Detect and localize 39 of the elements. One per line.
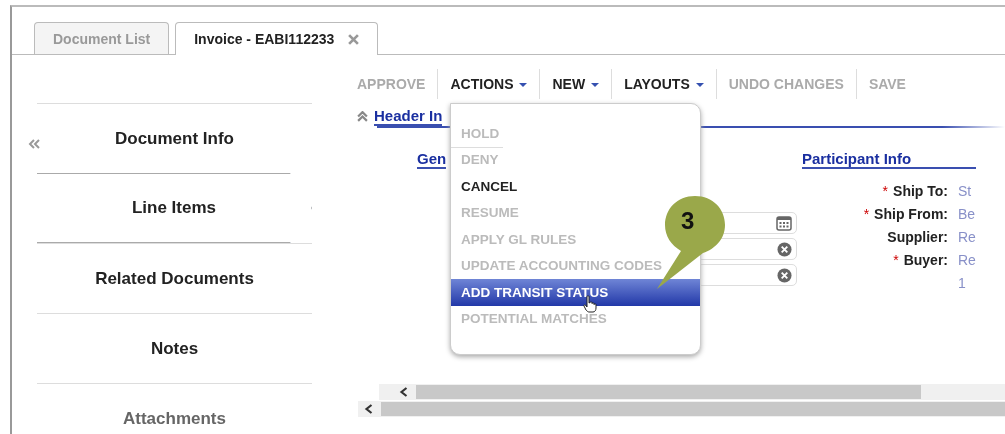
required-mark: *	[863, 206, 870, 222]
required-mark: *	[893, 252, 899, 268]
sidebar-item[interactable]: Notes	[37, 313, 312, 383]
section-heading: Gen	[417, 150, 447, 169]
caret-icon	[591, 82, 600, 87]
toolbar-button[interactable]: LAYOUTS	[611, 69, 716, 99]
menu-item[interactable]: ADD TRANSIT STATUS	[451, 279, 700, 306]
tab[interactable]: Document List	[34, 22, 170, 54]
caret-icon	[519, 82, 528, 87]
clear-icon[interactable]	[777, 267, 792, 283]
section-heading: Participant Info	[802, 150, 976, 169]
clear-icon[interactable]	[777, 241, 792, 257]
tab[interactable]: Invoice - EABI112233	[175, 22, 379, 55]
scrollbar[interactable]	[358, 401, 1005, 417]
field-label: Supplier:	[887, 229, 948, 245]
required-mark: *	[882, 183, 889, 199]
collapse-icon[interactable]	[357, 111, 368, 122]
field-label: Buyer:	[903, 252, 948, 268]
sidebar-item[interactable]: Line Items	[37, 173, 312, 243]
scrollbar[interactable]	[379, 384, 1005, 400]
close-icon[interactable]	[348, 33, 360, 45]
caret-icon	[695, 82, 704, 87]
field-label: Ship From:	[874, 206, 948, 222]
menu-item[interactable]: CANCEL	[451, 173, 522, 200]
toolbar-button[interactable]: NEW	[539, 69, 612, 99]
field-value[interactable]: 1	[958, 275, 966, 291]
field-value[interactable]: Re	[958, 252, 976, 268]
sidebar-item[interactable]: Related Documents	[37, 243, 312, 313]
scroll-left-icon[interactable]	[399, 387, 408, 397]
collapse-icon[interactable]	[28, 139, 40, 149]
scroll-left-icon[interactable]	[364, 404, 373, 414]
field-label: Ship To:	[893, 183, 948, 199]
calendar-icon[interactable]	[776, 215, 792, 231]
sidebar-item[interactable]: Attachments	[37, 383, 312, 434]
field-value[interactable]: St	[958, 183, 972, 199]
field-value[interactable]: Re	[958, 229, 976, 245]
hand-cursor-icon	[583, 295, 597, 313]
field-value[interactable]: Be	[958, 206, 976, 222]
toolbar-button[interactable]: ACTIONS	[437, 69, 540, 99]
